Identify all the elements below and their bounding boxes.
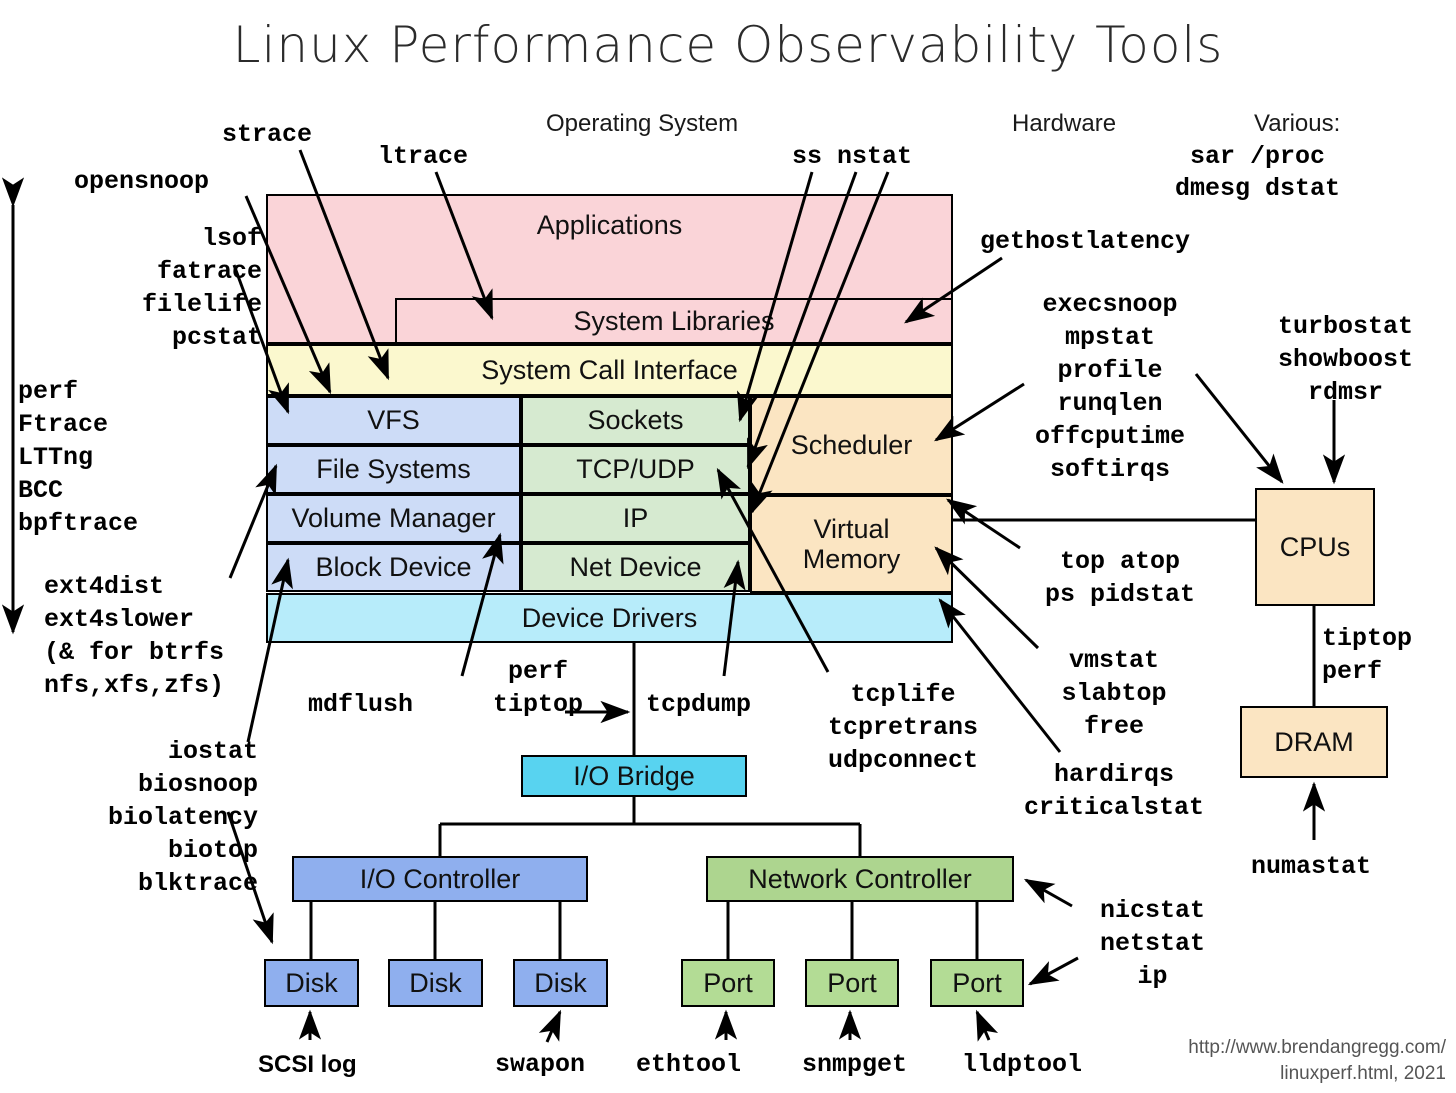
box-disk-3[interactable]: Disk [513,959,608,1007]
box-file-systems[interactable]: File Systems [266,445,521,494]
box-vfs-label: VFS [367,405,420,436]
tool-label-ltrace: ltrace [378,142,469,171]
box-device-drivers-label: Device Drivers [521,602,698,633]
box-port-2-label: Port [827,967,877,998]
tool-label-ext4: ext4dist ext4slower (& for btrfs nfs,xfs… [44,572,225,700]
box-io-bridge-label: I/O Bridge [573,760,695,791]
tool-label-ethtool: ethtool [636,1050,742,1079]
box-scheduler-label: Scheduler [790,430,913,461]
tool-label-swapon: swapon [495,1050,586,1079]
caption-various: Various: [1254,110,1341,137]
box-virtual-memory-label-1: Virtual [813,513,890,544]
box-disk-3-label: Disk [534,967,587,998]
box-net-device-label: Net Device [569,552,702,583]
tool-label-vmstat-group: vmstat slabtop free [1061,646,1167,741]
box-ip-label: IP [622,503,649,534]
box-dram[interactable]: DRAM [1240,706,1388,778]
tool-label-opensnoop: opensnoop [74,167,210,196]
box-block-device[interactable]: Block Device [266,543,521,592]
tool-label-tracers: perf Ftrace LTTng BCC bpftrace [18,377,139,538]
box-system-call-interface[interactable]: System Call Interface [266,344,953,396]
box-port-1[interactable]: Port [681,959,775,1007]
box-network-controller-label: Network Controller [748,863,972,894]
box-network-controller[interactable]: Network Controller [706,856,1014,902]
box-cpus-label: CPUs [1279,531,1351,562]
box-system-libraries[interactable]: System Libraries [395,298,953,344]
box-ip[interactable]: IP [521,494,750,543]
tool-label-snmpget: snmpget [802,1050,908,1079]
tool-label-strace: strace [222,120,313,149]
box-applications-label: Applications [536,210,683,240]
tool-label-tcp-group: tcplife tcpretrans udpconnect [827,680,979,775]
box-disk-2[interactable]: Disk [388,959,483,1007]
box-sockets-label: Sockets [587,405,684,436]
tool-label-numastat: numastat [1251,852,1372,881]
box-port-3[interactable]: Port [930,959,1024,1007]
tool-label-mdflush: mdflush [308,690,414,719]
box-volume-manager-label: Volume Manager [291,503,496,534]
box-system-call-interface-label: System Call Interface [481,354,738,385]
box-disk-1[interactable]: Disk [264,959,359,1007]
box-block-device-label: Block Device [315,552,472,583]
box-net-device[interactable]: Net Device [521,543,750,592]
tool-label-cpu-group: execsnoop mpstat profile runqlen offcput… [1034,290,1186,484]
attribution-line-1: http://www.brendangregg.com/ [1188,1037,1446,1058]
tool-label-ss-nstat: ss nstat [792,142,913,171]
tool-label-gethostlatency: gethostlatency [980,227,1191,256]
box-volume-manager[interactable]: Volume Manager [266,494,521,543]
tool-label-nicstat-group: nicstat netstat ip [1099,896,1206,991]
box-dram-label: DRAM [1274,726,1354,757]
tool-label-tiptop-perf: tiptop perf [1322,624,1413,686]
tool-label-hardirqs-group: hardirqs criticalstat [1023,760,1205,822]
tool-label-io-tools: iostat biosnoop biolatency biotop blktra… [107,737,258,898]
box-disk-2-label: Disk [409,967,462,998]
attribution: http://www.brendangregg.com/ linuxperf.h… [1188,1035,1446,1087]
box-io-controller-label: I/O Controller [359,863,521,894]
tool-label-turbostat-group: turbostat showboost rdmsr [1277,312,1414,407]
diagram-canvas: Linux Performance Observability Tools Op… [0,0,1456,1093]
box-system-libraries-label: System Libraries [573,305,775,336]
box-disk-1-label: Disk [285,967,338,998]
caption-hardware: Hardware [1012,110,1117,137]
box-io-bridge[interactable]: I/O Bridge [521,755,747,797]
box-io-controller[interactable]: I/O Controller [292,856,588,902]
box-port-3-label: Port [952,967,1002,998]
tool-label-scsi-log: SCSI log [258,1051,357,1078]
tool-label-file-group: lsof fatrace filelife pcstat [141,224,262,352]
box-tcp-udp[interactable]: TCP/UDP [521,445,750,494]
box-virtual-memory[interactable]: Virtual Memory [750,495,953,593]
box-vfs[interactable]: VFS [266,396,521,445]
tool-label-lldptool: lldptool [962,1050,1083,1079]
box-sockets[interactable]: Sockets [521,396,750,445]
attribution-line-2: linuxperf.html, 2021 [1280,1063,1446,1084]
box-port-2[interactable]: Port [805,959,899,1007]
box-cpus[interactable]: CPUs [1255,488,1375,606]
box-file-systems-label: File Systems [316,454,471,485]
tool-label-various-1: sar /proc [1190,142,1326,171]
caption-operating-system: Operating System [546,110,739,137]
box-tcp-udp-label: TCP/UDP [576,454,695,485]
box-virtual-memory-label-2: Memory [802,544,901,574]
page-title: Linux Performance Observability Tools [232,16,1224,74]
box-scheduler[interactable]: Scheduler [750,396,953,495]
box-port-1-label: Port [703,967,753,998]
tool-label-perf-tiptop: perf tiptop [492,657,583,719]
box-device-drivers[interactable]: Device Drivers [266,593,953,643]
tool-label-top-group: top atop ps pidstat [1044,547,1196,609]
tool-label-tcpdump: tcpdump [646,690,752,719]
tool-label-various-2: dmesg dstat [1175,174,1341,203]
